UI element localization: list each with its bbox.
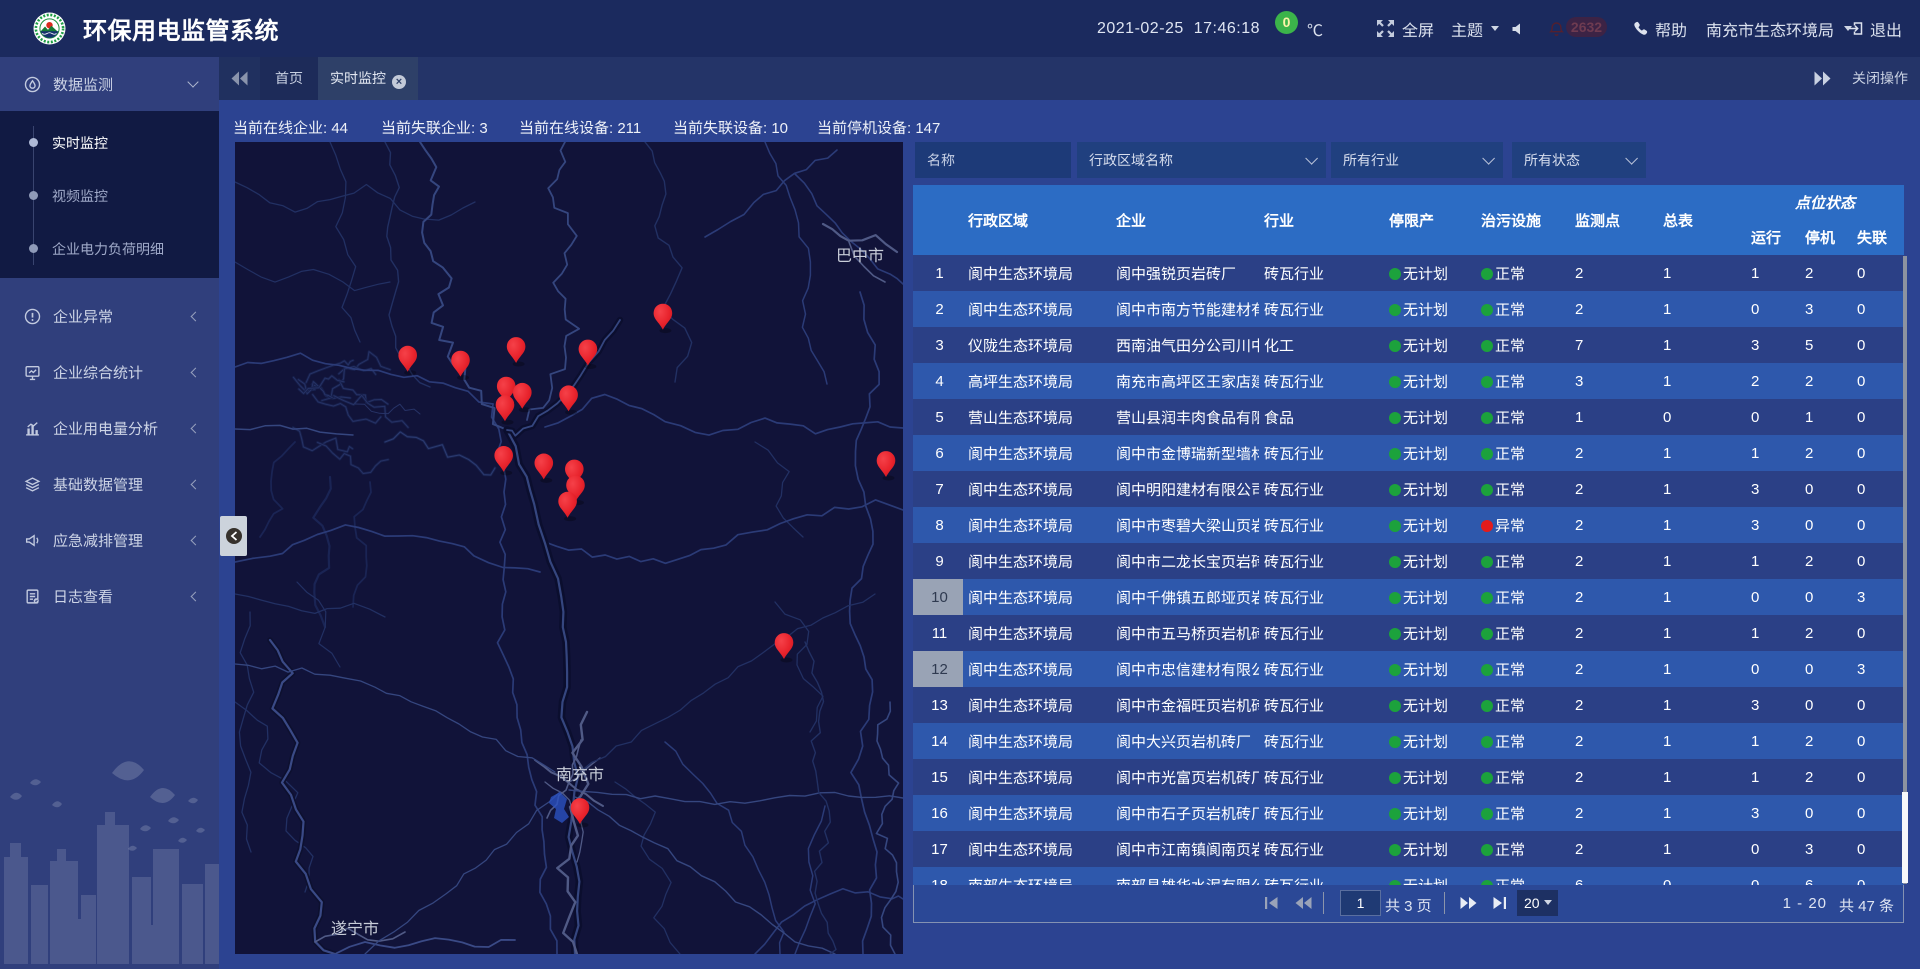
svg-text:遂宁市: 遂宁市 [331,920,379,938]
svg-text:南充市: 南充市 [556,766,604,784]
svg-text:巴中市: 巴中市 [836,247,884,265]
